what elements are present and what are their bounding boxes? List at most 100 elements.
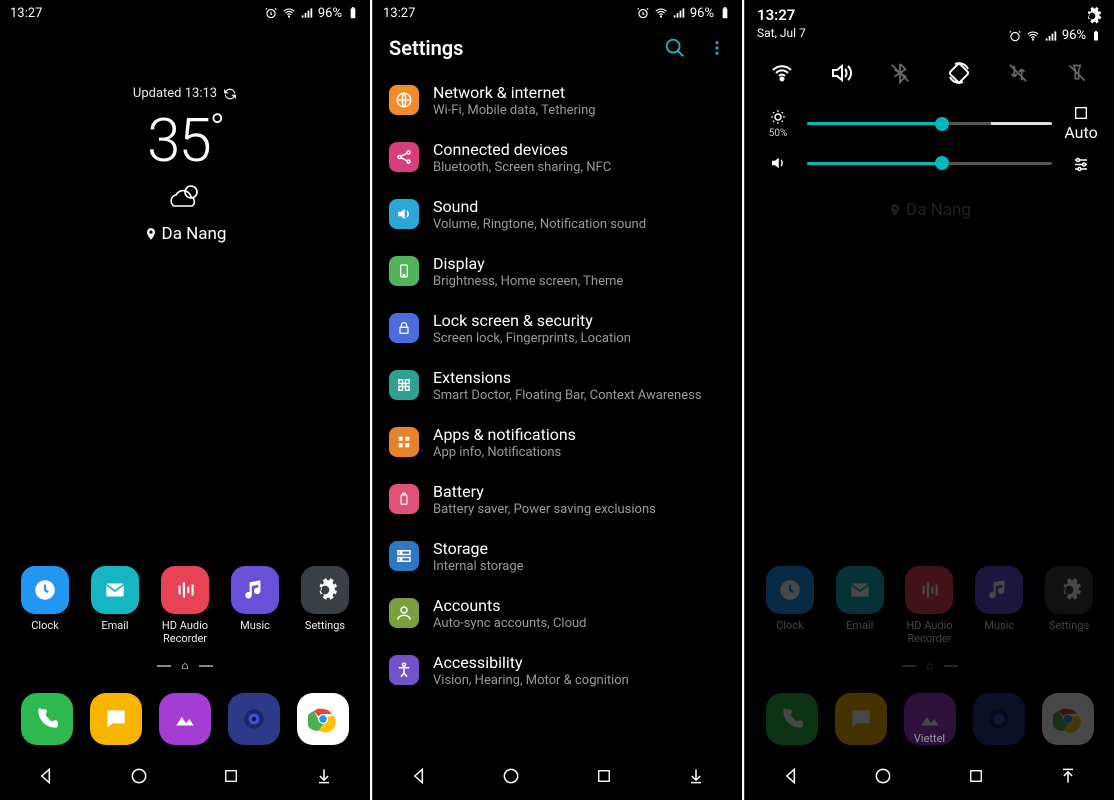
settings-item-title: Accounts bbox=[433, 596, 726, 615]
battery-icon bbox=[1090, 29, 1102, 43]
brightness-slider-row: 50% Auto bbox=[745, 99, 1114, 148]
settings-item-storage[interactable]: Storage Internal storage bbox=[373, 528, 742, 585]
settings-item-title: Connected devices bbox=[433, 140, 726, 159]
puzzle-icon bbox=[389, 370, 419, 400]
weather-condition-icon bbox=[0, 182, 370, 218]
dock-messages[interactable] bbox=[90, 693, 142, 745]
qs-rotation[interactable] bbox=[943, 57, 975, 89]
notification-shade-screen: Da Nang Clock Email HD Audio Recorder Mu… bbox=[744, 0, 1114, 800]
nav-home[interactable] bbox=[499, 764, 523, 788]
dock-gallery[interactable] bbox=[159, 693, 211, 745]
home-screen: 13:27 96% Updated 13:13 35° Da Nang Cloc… bbox=[0, 0, 370, 800]
settings-list[interactable]: Network & internet Wi-Fi, Mobile data, T… bbox=[373, 72, 742, 800]
app-label: HD Audio Recorder bbox=[153, 619, 217, 645]
temperature: 35° bbox=[0, 105, 370, 176]
brightness-slider[interactable] bbox=[807, 122, 1052, 125]
qs-bluetooth[interactable] bbox=[884, 57, 916, 89]
refresh-icon[interactable] bbox=[223, 87, 237, 101]
dock-phone[interactable] bbox=[21, 693, 73, 745]
qs-data[interactable] bbox=[1002, 57, 1034, 89]
notification-shade[interactable]: 13:27 Sat, Jul 7 96% bbox=[745, 0, 1114, 194]
settings-gear-icon[interactable] bbox=[1082, 6, 1102, 26]
shade-date-text: Sat, Jul 7 bbox=[757, 26, 806, 42]
auto-label: Auto bbox=[1064, 123, 1097, 142]
status-time: 13:27 bbox=[383, 6, 415, 21]
qs-flashlight[interactable] bbox=[1061, 57, 1093, 89]
settings-item-title: Sound bbox=[433, 197, 726, 216]
settings-item-display[interactable]: Display Brightness, Home screen, Theme bbox=[373, 243, 742, 300]
nav-back[interactable] bbox=[407, 764, 431, 788]
settings-item-apps-notifications[interactable]: Apps & notifications App info, Notificat… bbox=[373, 414, 742, 471]
wifi-icon bbox=[654, 6, 668, 20]
location-pin-icon bbox=[144, 227, 158, 241]
nav-back[interactable] bbox=[34, 764, 58, 788]
settings-item-extensions[interactable]: Extensions Smart Doctor, Floating Bar, C… bbox=[373, 357, 742, 414]
brightness-label: 50% bbox=[769, 128, 788, 139]
settings-item-lock-screen-security[interactable]: Lock screen & security Screen lock, Fing… bbox=[373, 300, 742, 357]
app-label: Music bbox=[240, 619, 270, 632]
nav-home[interactable] bbox=[127, 764, 151, 788]
nav-dropdown[interactable] bbox=[312, 764, 336, 788]
app-icon bbox=[1045, 566, 1093, 614]
volume-slider-row bbox=[745, 148, 1114, 178]
navigation-bar bbox=[745, 752, 1114, 800]
battery-percent: 96% bbox=[318, 6, 342, 21]
more-icon[interactable] bbox=[708, 37, 726, 59]
app-music: Music bbox=[967, 566, 1031, 645]
nav-dropdown[interactable] bbox=[684, 764, 708, 788]
search-icon[interactable] bbox=[664, 37, 686, 59]
app-settings[interactable]: Settings bbox=[293, 566, 357, 645]
settings-item-battery[interactable]: Battery Battery saver, Power saving excl… bbox=[373, 471, 742, 528]
settings-item-network-internet[interactable]: Network & internet Wi-Fi, Mobile data, T… bbox=[373, 72, 742, 129]
volume-slider[interactable] bbox=[807, 162, 1052, 165]
qs-sound[interactable] bbox=[825, 57, 857, 89]
settings-item-sound[interactable]: Sound Volume, Ringtone, Notification sou… bbox=[373, 186, 742, 243]
app-label: Clock bbox=[31, 619, 58, 632]
app-clock[interactable]: Clock bbox=[13, 566, 77, 645]
app-hd-audio-recorder[interactable]: HD Audio Recorder bbox=[153, 566, 217, 645]
settings-item-accessibility[interactable]: Accessibility Vision, Hearing, Motor & c… bbox=[373, 642, 742, 699]
app-icon bbox=[766, 566, 814, 614]
settings-item-subtitle: App info, Notifications bbox=[433, 445, 726, 460]
settings-item-subtitle: Volume, Ringtone, Notification sound bbox=[433, 217, 726, 232]
nav-recent[interactable] bbox=[592, 764, 616, 788]
page-indicator[interactable] bbox=[0, 662, 370, 670]
auto-brightness-checkbox[interactable] bbox=[1073, 105, 1089, 121]
status-bar: 13:27 96% bbox=[0, 0, 370, 26]
app-label: HD Audio Recorder bbox=[897, 619, 961, 645]
settings-item-title: Extensions bbox=[433, 368, 726, 387]
alarm-icon bbox=[264, 6, 278, 20]
equalizer-icon[interactable] bbox=[1072, 154, 1090, 172]
location-pin-icon bbox=[888, 203, 902, 217]
dock-chrome[interactable] bbox=[297, 693, 349, 745]
volume-icon bbox=[769, 154, 787, 172]
grid-icon bbox=[389, 427, 419, 457]
nav-home[interactable] bbox=[871, 764, 895, 788]
weather-widget[interactable]: Updated 13:13 35° Da Nang bbox=[0, 86, 370, 244]
app-email[interactable]: Email bbox=[83, 566, 147, 645]
settings-item-subtitle: Wi-Fi, Mobile data, Tethering bbox=[433, 103, 726, 118]
app-label: Settings bbox=[305, 619, 345, 632]
settings-item-subtitle: Brightness, Home screen, Theme bbox=[433, 274, 726, 289]
app-label: Clock bbox=[776, 619, 803, 632]
settings-item-connected-devices[interactable]: Connected devices Bluetooth, Screen shar… bbox=[373, 129, 742, 186]
app-icon bbox=[301, 566, 349, 614]
settings-item-subtitle: Battery saver, Power saving exclusions bbox=[433, 502, 726, 517]
settings-item-subtitle: Vision, Hearing, Motor & cognition bbox=[433, 673, 726, 688]
nav-back[interactable] bbox=[779, 764, 803, 788]
wifi-icon bbox=[1026, 29, 1040, 43]
shade-status-icons: 96% bbox=[1008, 28, 1102, 43]
qs-wifi[interactable] bbox=[766, 57, 798, 89]
settings-item-accounts[interactable]: Accounts Auto-sync accounts, Cloud bbox=[373, 585, 742, 642]
app-music[interactable]: Music bbox=[223, 566, 287, 645]
nav-recent[interactable] bbox=[219, 764, 243, 788]
phone-icon bbox=[389, 256, 419, 286]
nav-recent[interactable] bbox=[964, 764, 988, 788]
app-icon bbox=[161, 566, 209, 614]
settings-item-title: Battery bbox=[433, 482, 726, 501]
alarm-icon bbox=[636, 6, 650, 20]
shade-datetime[interactable]: 13:27 Sat, Jul 7 bbox=[757, 6, 806, 41]
dock-camera[interactable] bbox=[228, 693, 280, 745]
status-icons: 96% bbox=[264, 6, 360, 21]
nav-collapse[interactable] bbox=[1056, 764, 1080, 788]
